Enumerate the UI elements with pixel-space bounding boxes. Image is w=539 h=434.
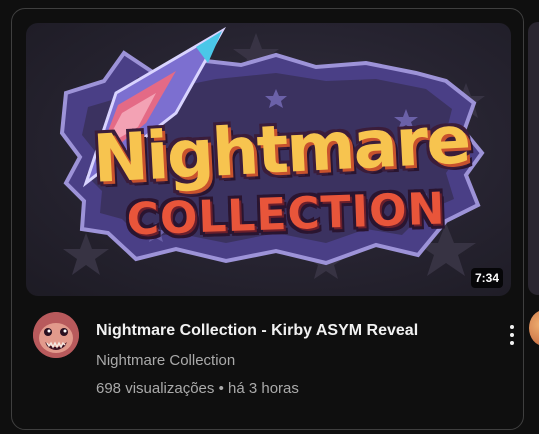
video-title[interactable]: Nightmare Collection - Kirby ASYM Reveal [96,322,491,340]
channel-avatar[interactable] [33,312,79,358]
channel-name[interactable]: Nightmare Collection [96,352,235,369]
menu-dot [510,325,514,329]
video-card[interactable]: Nightmare COLLECTION 7:34 Nightmare Coll… [11,8,524,430]
view-count: 698 visualizações [96,380,215,397]
avatar-face-icon [33,312,79,358]
thumbnail-logo: Nightmare COLLECTION [26,23,511,296]
menu-dot [510,333,514,337]
video-thumbnail[interactable]: Nightmare COLLECTION 7:34 [26,23,511,296]
duration-badge: 7:34 [470,268,503,288]
upload-age: há 3 horas [228,380,299,397]
video-metadata: 698 visualizações • há 3 horas [96,380,299,397]
next-video-thumbnail[interactable] [528,22,539,295]
meta-separator: • [218,380,224,397]
menu-dot [510,341,514,345]
more-vert-icon[interactable] [502,322,522,348]
next-video-avatar[interactable] [529,310,539,346]
